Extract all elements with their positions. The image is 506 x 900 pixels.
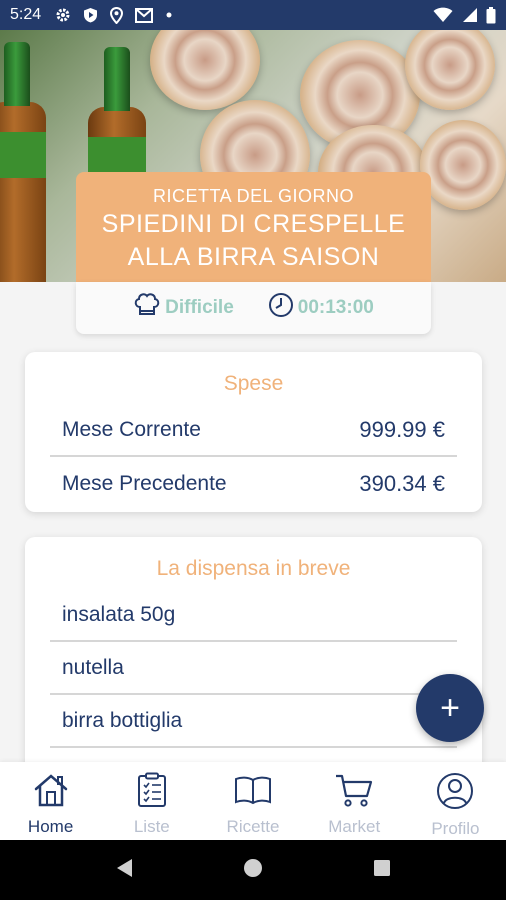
clock-icon xyxy=(268,292,294,324)
pantry-item-label: birra bottiglia xyxy=(62,708,183,732)
recipe-difficulty-label: Difficile xyxy=(165,297,234,318)
recipe-of-day-card[interactable]: RICETTA DEL GIORNO SPIEDINI DI CRESPELLE… xyxy=(76,172,431,282)
expense-row[interactable]: Mese Corrente 999.99 € xyxy=(50,404,457,457)
pantry-title: La dispensa in breve xyxy=(156,557,351,580)
plus-icon: + xyxy=(440,688,460,727)
beer-bottle-image xyxy=(0,42,46,282)
nav-item-liste[interactable]: Liste xyxy=(101,762,202,840)
book-icon xyxy=(233,772,273,813)
nav-label-home: Home xyxy=(27,817,74,836)
nav-item-ricette[interactable]: Ricette xyxy=(202,762,303,840)
pantry-item[interactable]: insalata 50g xyxy=(50,589,457,642)
pantry-item-label: nutella xyxy=(62,655,124,679)
pantry-item[interactable]: nutella xyxy=(50,642,457,695)
nav-label-liste: Liste xyxy=(133,817,170,836)
expense-amount: 390.34 € xyxy=(359,470,445,496)
chef-hat-icon xyxy=(133,292,161,324)
crepe-roll-image xyxy=(405,30,495,110)
location-icon xyxy=(110,6,124,24)
pantry-card: La dispensa in breve insalata 50g nutell… xyxy=(25,537,482,777)
nav-item-home[interactable]: Home xyxy=(0,762,101,840)
home-circle-icon[interactable] xyxy=(242,857,264,884)
crepe-roll-image xyxy=(420,120,506,210)
status-bar: 5:24 xyxy=(0,0,506,30)
nav-label-profilo: Profilo xyxy=(431,819,480,838)
recipe-duration-label: 00:13:00 xyxy=(297,297,374,318)
expense-label: Mese Precedente xyxy=(62,471,227,495)
expenses-title: Spese xyxy=(223,372,284,395)
shield-play-icon xyxy=(83,7,98,23)
nav-label-market: Market xyxy=(328,817,381,836)
mail-icon xyxy=(135,7,154,23)
home-icon xyxy=(32,772,70,813)
recipe-meta-bar: Difficile 00:13:00 xyxy=(76,282,431,334)
settings-icon xyxy=(55,7,71,23)
pantry-item[interactable]: birra bottiglia xyxy=(50,695,457,748)
crepe-roll-image xyxy=(150,30,260,110)
status-time: 5:24 xyxy=(10,6,42,23)
expense-amount: 999.99 € xyxy=(359,416,445,442)
recipe-title-line2: ALLA BIRRA SAISON xyxy=(127,243,380,271)
system-navigation-bar xyxy=(0,840,506,900)
recipe-duration: 00:13:00 xyxy=(268,292,374,324)
expense-label: Mese Corrente xyxy=(62,417,201,441)
notification-dot-icon xyxy=(165,11,173,19)
nav-item-profilo[interactable]: Profilo xyxy=(405,762,506,840)
recipe-kicker: RICETTA DEL GIORNO xyxy=(152,186,355,206)
cart-icon xyxy=(334,772,374,813)
recipe-difficulty: Difficile xyxy=(133,292,234,324)
expenses-card: Spese Mese Corrente 999.99 € Mese Preced… xyxy=(25,352,482,512)
wifi-icon xyxy=(433,7,453,23)
pantry-item-label: insalata 50g xyxy=(62,602,176,626)
user-icon xyxy=(436,772,474,815)
battery-icon xyxy=(486,6,496,24)
recipe-title-line1: SPIEDINI DI CRESPELLE xyxy=(101,210,406,238)
nav-label-ricette: Ricette xyxy=(226,817,280,836)
bottom-navigation: Home Liste Ricette Market Profilo xyxy=(0,762,506,840)
recents-square-icon[interactable] xyxy=(372,858,392,883)
signal-icon xyxy=(461,7,478,23)
add-item-button[interactable]: + xyxy=(416,674,484,742)
nav-item-market[interactable]: Market xyxy=(304,762,405,840)
back-icon[interactable] xyxy=(114,857,134,884)
expense-row[interactable]: Mese Precedente 390.34 € xyxy=(50,457,457,510)
clipboard-list-icon xyxy=(134,772,170,813)
